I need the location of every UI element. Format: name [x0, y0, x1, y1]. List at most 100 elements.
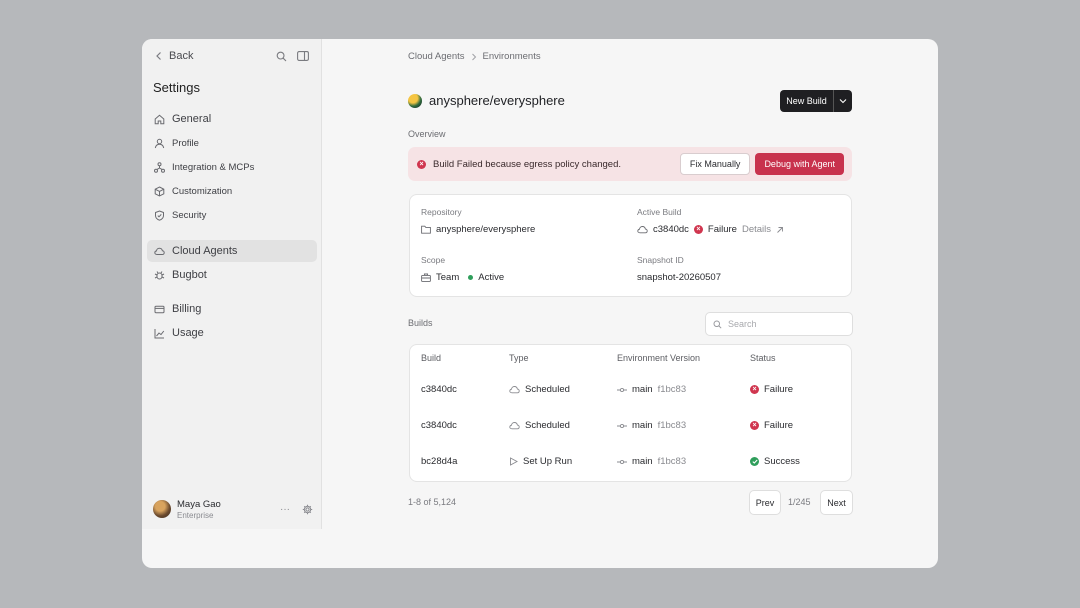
main-content: Cloud Agents Environments anysphere/ever…	[323, 39, 938, 568]
sidebar-item-label: Security	[172, 209, 207, 221]
sidebar-top-row: Back	[155, 49, 309, 63]
sidebar-item-profile[interactable]: Profile	[147, 132, 317, 154]
scope-field: Scope Team Active	[421, 255, 504, 283]
breadcrumb: Cloud Agents Environments	[408, 51, 541, 62]
table-row-status: × Failure	[750, 420, 793, 431]
details-link[interactable]: Details	[742, 224, 771, 235]
commit-label: f1bc83	[657, 384, 687, 395]
table-row-env-version: main f1bc83	[617, 420, 686, 431]
type-label: Scheduled	[525, 384, 570, 395]
scope-value-row: Team Active	[421, 272, 504, 283]
gear-icon[interactable]	[302, 504, 313, 515]
table-row-status: Success	[750, 456, 800, 467]
search-box[interactable]	[705, 312, 853, 336]
cloud-icon	[509, 421, 520, 430]
table-row-build[interactable]: bc28d4a	[421, 456, 457, 467]
commit-label: f1bc83	[657, 420, 687, 431]
home-icon	[154, 114, 165, 125]
sidebar-item-label: Integration & MCPs	[172, 161, 255, 173]
column-header-type: Type	[509, 353, 529, 363]
page-title: anysphere/everysphere	[408, 93, 565, 108]
repo-logo-icon	[408, 93, 422, 108]
success-icon	[750, 457, 759, 466]
snapshot-label: Snapshot ID	[637, 255, 684, 265]
breadcrumb-environments[interactable]: Environments	[483, 51, 541, 62]
sidebar-item-customization[interactable]: Customization	[147, 180, 317, 202]
search-icon[interactable]	[276, 51, 287, 62]
card-icon	[154, 304, 165, 315]
sidebar-toggle-icon[interactable]	[297, 51, 309, 61]
sidebar-item-label: Profile	[172, 137, 199, 149]
chevron-right-icon	[471, 53, 477, 61]
failure-icon: ×	[750, 421, 759, 430]
user-icon	[154, 138, 165, 149]
sidebar-item-usage[interactable]: Usage	[147, 322, 317, 344]
arrow-up-right-icon[interactable]	[776, 226, 784, 234]
table-row-type: Scheduled	[509, 384, 570, 395]
prev-button[interactable]: Prev	[749, 490, 781, 515]
builds-label: Builds	[408, 318, 433, 328]
build-failed-alert: × Build Failed because egress policy cha…	[408, 147, 852, 181]
cloud-icon	[154, 246, 165, 257]
branch-label: main	[632, 384, 653, 395]
user-profile[interactable]: Maya Gao Enterprise ···	[153, 498, 313, 520]
commit-icon	[617, 459, 627, 465]
chart-icon	[154, 328, 165, 339]
status-label: Failure	[764, 384, 794, 395]
user-text: Maya Gao Enterprise	[177, 499, 221, 520]
repository-value-row: anysphere/everysphere	[421, 224, 535, 235]
sidebar-nav: General Profile Integration & MCPs Custo…	[147, 108, 317, 346]
folder-icon	[421, 225, 431, 234]
cloud-icon	[509, 385, 520, 394]
page-indicator: 1/245	[788, 497, 811, 507]
settings-title: Settings	[153, 80, 200, 95]
sidebar-item-bugbot[interactable]: Bugbot	[147, 264, 317, 286]
cloud-icon	[637, 225, 648, 234]
chevron-down-icon[interactable]	[834, 90, 852, 112]
user-name: Maya Gao	[177, 498, 221, 510]
table-row-type: Scheduled	[509, 420, 570, 431]
active-build-value-row: c3840dc × Failure Details	[637, 224, 784, 235]
scope-status: Active	[478, 272, 505, 283]
sidebar-item-general[interactable]: General	[147, 108, 317, 130]
commit-icon	[617, 423, 627, 429]
type-label: Scheduled	[525, 420, 570, 431]
snapshot-value: snapshot-20260507	[637, 272, 721, 283]
sidebar-item-cloud-agents[interactable]: Cloud Agents	[147, 240, 317, 262]
search-icon	[713, 319, 722, 329]
chevron-left-icon	[155, 51, 163, 61]
sidebar-item-integrations[interactable]: Integration & MCPs	[147, 156, 317, 178]
new-build-button[interactable]: New Build	[780, 90, 852, 112]
breadcrumb-cloud-agents[interactable]: Cloud Agents	[408, 51, 465, 62]
sidebar: Back Settings General Profile Integratio…	[142, 39, 322, 529]
active-build-status: Failure	[707, 224, 737, 235]
bug-icon	[154, 270, 165, 281]
user-actions: ···	[280, 504, 313, 515]
settings-window: Back Settings General Profile Integratio…	[142, 39, 938, 568]
commit-icon	[617, 387, 627, 393]
debug-with-agent-button[interactable]: Debug with Agent	[755, 153, 844, 175]
next-button[interactable]: Next	[820, 490, 853, 515]
sidebar-item-label: General	[172, 113, 212, 125]
scope-label: Scope	[421, 255, 446, 265]
repository-label: Repository	[421, 207, 462, 217]
search-input[interactable]	[728, 319, 838, 329]
cube-icon	[154, 185, 165, 197]
fix-manually-button[interactable]: Fix Manually	[679, 153, 751, 175]
column-header-environment-version: Environment Version	[617, 353, 701, 363]
table-row-type: Set Up Run	[509, 456, 572, 467]
status-label: Success	[764, 456, 800, 467]
more-icon[interactable]: ···	[280, 504, 290, 515]
pagination-info: 1-8 of 5,124	[408, 497, 457, 507]
table-row-build[interactable]: c3840dc	[421, 384, 457, 395]
back-button[interactable]: Back	[155, 50, 193, 62]
table-row-build[interactable]: c3840dc	[421, 420, 457, 431]
back-label: Back	[169, 50, 194, 62]
user-plan: Enterprise	[177, 510, 214, 520]
column-header-build: Build	[421, 353, 442, 363]
table-row-env-version: main f1bc83	[617, 456, 686, 467]
new-build-label[interactable]: New Build	[780, 90, 834, 112]
table-row-status: × Failure	[750, 384, 793, 395]
sidebar-item-billing[interactable]: Billing	[147, 298, 317, 320]
sidebar-item-security[interactable]: Security	[147, 204, 317, 226]
